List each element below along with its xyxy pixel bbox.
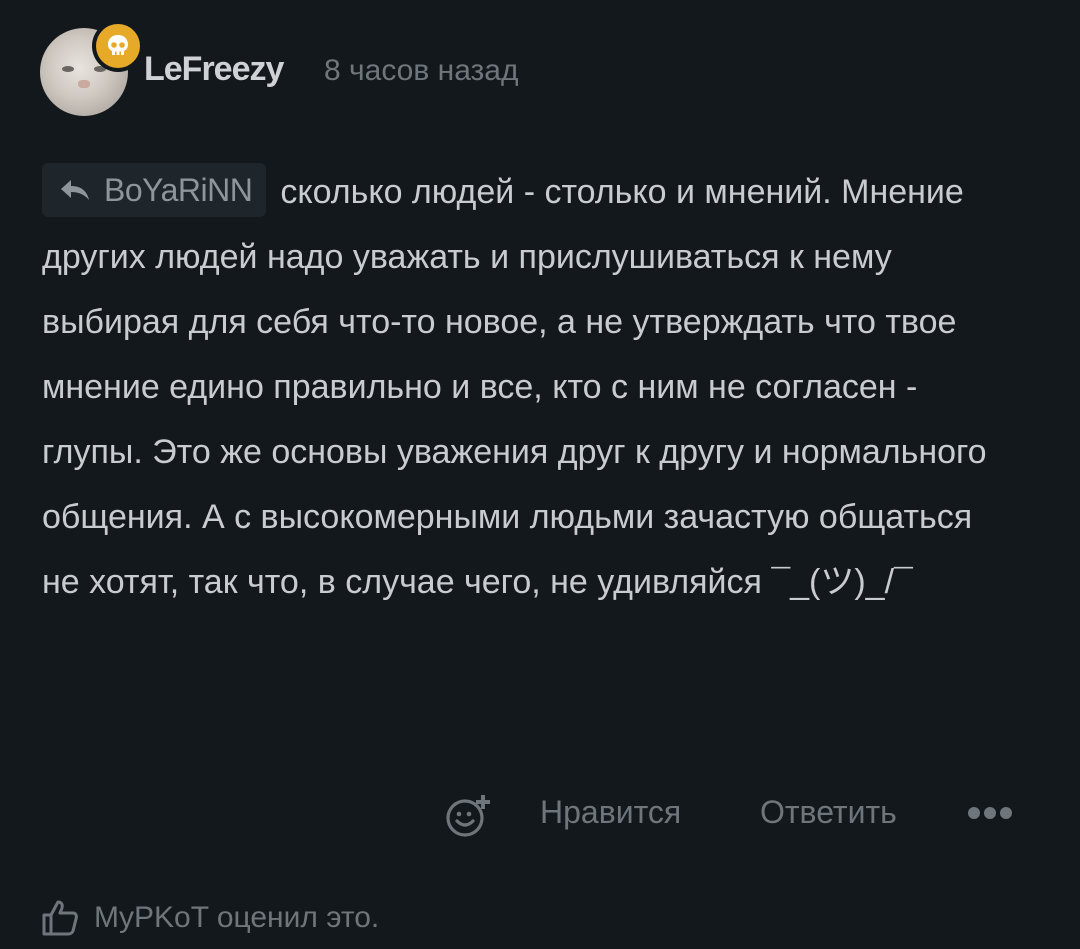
liked-by-text: MyPKoT оценил это. (94, 901, 380, 934)
comment-actions: Нравится Ответить (0, 790, 1080, 844)
reply-arrow-icon (61, 180, 89, 201)
like-button[interactable]: Нравится (540, 794, 681, 831)
comment-body: BoYaRiNN сколько людей - столько и мнени… (42, 160, 1002, 615)
liked-by-row: MyPKoT оценил это. (40, 896, 379, 940)
comment-header: LeFreezy 8 часов назад (40, 20, 1040, 118)
reply-to-name: BoYaRiNN (104, 171, 253, 208)
reply-to-chip[interactable]: BoYaRiNN (42, 163, 267, 218)
comment-time: 8 часов назад (324, 54, 519, 87)
add-reaction-icon[interactable] (444, 794, 494, 838)
skull-badge (92, 20, 144, 72)
author-name[interactable]: LeFreezy (144, 50, 284, 89)
reply-button[interactable]: Ответить (760, 794, 897, 831)
skull-icon (108, 35, 128, 55)
thumbs-up-icon (42, 900, 78, 936)
comment-text: сколько людей - столько и мнений. Мнение… (42, 173, 987, 601)
more-dots-icon[interactable] (966, 798, 1014, 828)
